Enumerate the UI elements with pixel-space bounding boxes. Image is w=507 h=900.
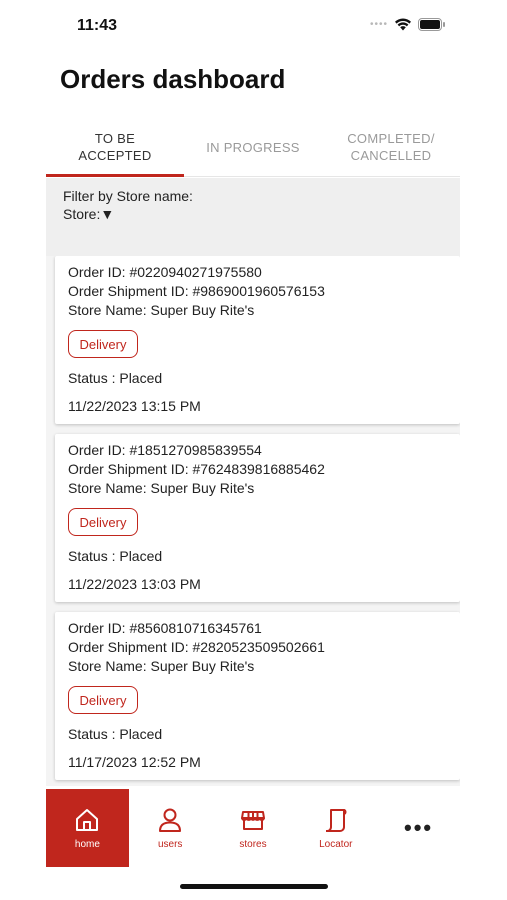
order-status: Status : Placed — [68, 726, 163, 742]
order-status: Status : Placed — [68, 370, 163, 386]
home-indicator[interactable] — [180, 884, 328, 889]
home-icon — [76, 809, 99, 831]
store-icon — [240, 811, 265, 830]
order-datetime: 11/22/2023 13:03 PM — [68, 576, 201, 592]
nav-more-button[interactable]: ••• — [377, 789, 460, 867]
nav-home-label: home — [74, 839, 100, 850]
nav-stores[interactable]: stores — [212, 789, 295, 867]
bottom-navigation: home users stores Locator ••• — [46, 789, 460, 867]
order-datetime: 11/17/2023 12:52 PM — [68, 754, 201, 770]
order-card[interactable]: Order ID: #0220940271975580 Order Shipme… — [55, 256, 460, 424]
order-id: Order ID: #1851270985839554 — [68, 442, 262, 458]
store-filter-panel: Filter by Store name: Store:▼ — [46, 178, 460, 256]
tab-completed-cancelled[interactable]: COMPLETED/ CANCELLED — [322, 118, 460, 176]
filter-label: Filter by Store name: — [63, 188, 193, 204]
tab-to-be-accepted[interactable]: TO BE ACCEPTED — [46, 118, 184, 177]
order-store-name: Store Name: Super Buy Rite's — [68, 302, 255, 318]
order-status-tabs: TO BE ACCEPTED IN PROGRESS COMPLETED/ CA… — [46, 118, 460, 177]
order-shipment-id: Order Shipment ID: #2820523509502661 — [68, 639, 325, 655]
status-icons: •••• — [370, 18, 446, 31]
nav-locator[interactable]: Locator — [294, 789, 377, 867]
order-id: Order ID: #0220940271975580 — [68, 264, 262, 280]
delivery-badge: Delivery — [68, 508, 138, 536]
signal-dots-icon: •••• — [370, 19, 389, 30]
page-title: Orders dashboard — [60, 64, 286, 94]
tab-in-progress[interactable]: IN PROGRESS — [184, 118, 322, 176]
status-bar: 11:43 •••• — [0, 0, 507, 50]
wifi-icon — [395, 18, 412, 31]
order-id: Order ID: #8560810716345761 — [68, 620, 262, 636]
nav-stores-label: stores — [239, 839, 267, 850]
order-card[interactable]: Order ID: #8560810716345761 Order Shipme… — [55, 612, 460, 780]
nav-users-label: users — [157, 839, 183, 850]
store-dropdown[interactable]: Store:▼ — [63, 206, 114, 222]
status-time: 11:43 — [77, 17, 118, 34]
locator-icon — [325, 809, 347, 832]
order-status: Status : Placed — [68, 548, 163, 564]
orders-list[interactable]: Order ID: #0220940271975580 Order Shipme… — [46, 256, 460, 786]
nav-locator-label: Locator — [319, 839, 353, 850]
order-store-name: Store Name: Super Buy Rite's — [68, 480, 255, 496]
order-datetime: 11/22/2023 13:15 PM — [68, 398, 201, 414]
battery-icon — [418, 18, 446, 31]
order-shipment-id: Order Shipment ID: #9869001960576153 — [68, 283, 325, 299]
nav-home[interactable]: home — [46, 789, 129, 867]
order-store-name: Store Name: Super Buy Rite's — [68, 658, 255, 674]
delivery-badge: Delivery — [68, 330, 138, 358]
user-icon — [159, 808, 182, 832]
order-card[interactable]: Order ID: #1851270985839554 Order Shipme… — [55, 434, 460, 602]
nav-users[interactable]: users — [129, 789, 212, 867]
order-shipment-id: Order Shipment ID: #7624839816885462 — [68, 461, 325, 477]
delivery-badge: Delivery — [68, 686, 138, 714]
